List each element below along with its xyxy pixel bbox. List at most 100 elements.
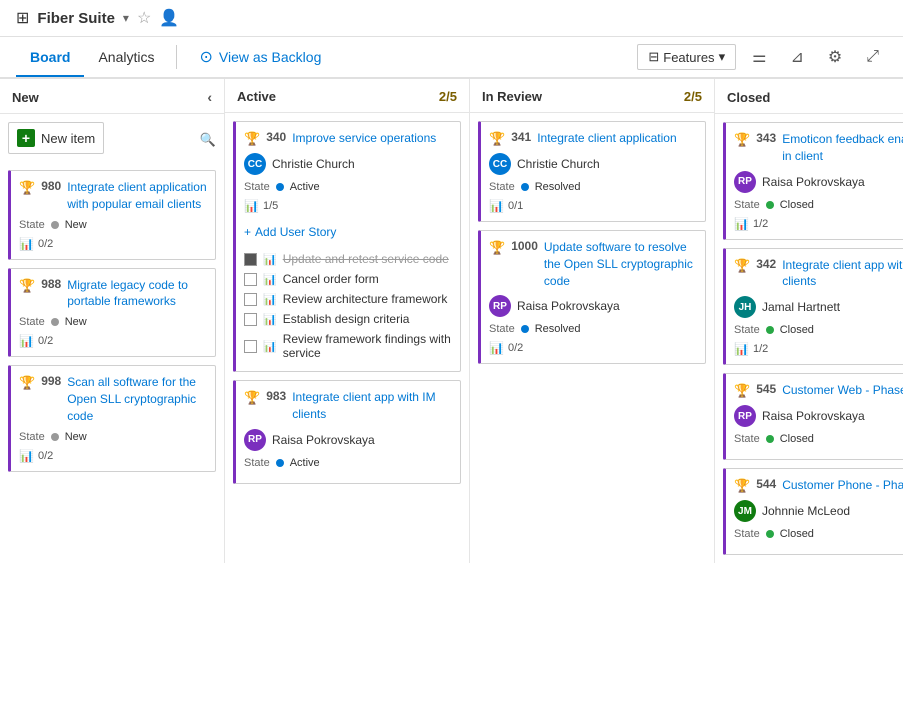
card-1000-state: State Resolved <box>489 323 697 335</box>
settings-panel-btn[interactable]: ⚌ <box>744 43 774 71</box>
nav-bar: Board Analytics ⊙ View as Backlog ⊟ Feat… <box>0 37 903 79</box>
people-icon[interactable]: 👤 <box>159 8 179 28</box>
backlog-icon: ⊙ <box>199 47 212 67</box>
checklist-item-4: 📊 Establish design criteria <box>244 309 452 329</box>
card-341-progress: 📊 0/1 <box>489 199 697 213</box>
card-1000[interactable]: 🏆 1000 Update software to resolve the Op… <box>478 230 706 364</box>
avatar-jm: JM <box>734 500 756 522</box>
progress-icon: 📊 <box>19 237 34 251</box>
view-as-backlog-btn[interactable]: ⊙ View as Backlog <box>185 37 335 77</box>
state-dot-resolved <box>521 183 529 191</box>
card-545-assignee: RP Raisa Pokrovskaya <box>734 405 903 427</box>
trophy-icon: 🏆 <box>734 132 750 148</box>
card-343-progress: 📊 1/2 <box>734 217 903 231</box>
trophy-icon: 🏆 <box>734 258 750 274</box>
trophy-icon: 🏆 <box>734 383 750 399</box>
progress-icon: 📊 <box>734 342 749 356</box>
checkbox-3[interactable] <box>244 293 257 306</box>
checkbox-4[interactable] <box>244 313 257 326</box>
checklist-item-1: 📊 Update and retest service code <box>244 249 452 269</box>
search-icon[interactable]: 🔍 <box>200 132 216 148</box>
state-dot-new <box>51 221 59 229</box>
trophy-icon: 🏆 <box>489 131 505 147</box>
column-title-active: Active <box>237 89 435 104</box>
state-dot-closed <box>766 326 774 334</box>
checklist-item-5: 📊 Review framework findings with service <box>244 329 452 363</box>
card-343[interactable]: 🏆 343 Emoticon feedback enabled in clien… <box>723 122 903 240</box>
checklist-item-3: 📊 Review architecture framework <box>244 289 452 309</box>
nav-separator <box>176 45 177 69</box>
filter-btn[interactable]: ⊿ <box>782 43 811 71</box>
collapse-new-btn[interactable]: ‹ <box>207 89 212 105</box>
trophy-icon: 🏆 <box>734 478 750 494</box>
state-dot-closed <box>766 530 774 538</box>
tab-board[interactable]: Board <box>16 39 84 77</box>
progress-icon: 📊 <box>489 341 504 355</box>
top-bar: ⊞ Fiber Suite ▾ ☆ 👤 <box>0 0 903 37</box>
progress-icon: 📊 <box>489 199 504 213</box>
card-983-assignee: RP Raisa Pokrovskaya <box>244 429 452 451</box>
column-closed: Closed ‹ 🏆 343 Emoticon feedback enabled… <box>715 79 903 563</box>
column-title-review: In Review <box>482 89 680 104</box>
card-988-progress: 📊 0/2 <box>19 334 207 348</box>
checklist-item-2: 📊 Cancel order form <box>244 269 452 289</box>
card-342-progress: 📊 1/2 <box>734 342 903 356</box>
add-user-story-btn[interactable]: + Add User Story <box>244 221 452 243</box>
expand-btn[interactable]: ⤢ <box>858 44 887 70</box>
avatar-cc: CC <box>244 153 266 175</box>
trophy-icon: 🏆 <box>489 240 505 256</box>
grid-icon: ⊞ <box>16 8 29 28</box>
gear-btn[interactable]: ⚙ <box>820 43 850 71</box>
checkbox-2[interactable] <box>244 273 257 286</box>
card-342-assignee: JH Jamal Hartnett <box>734 296 903 318</box>
card-343-state: State Closed <box>734 199 903 211</box>
checkbox-1[interactable] <box>244 253 257 266</box>
column-header-new: New ‹ <box>0 79 224 114</box>
tab-analytics[interactable]: Analytics <box>84 39 168 77</box>
column-title-new: New <box>12 90 203 105</box>
bar-icon: 📊 <box>263 253 277 266</box>
card-983-state: State Active <box>244 457 452 469</box>
card-341-assignee: CC Christie Church <box>489 153 697 175</box>
card-545-state: State Closed <box>734 433 903 445</box>
card-343-assignee: RP Raisa Pokrovskaya <box>734 171 903 193</box>
bar-icon: 📊 <box>263 293 277 306</box>
card-988[interactable]: 🏆 988 Migrate legacy code to portable fr… <box>8 268 216 358</box>
card-340-progress: 📊 1/5 <box>244 199 452 213</box>
plus-icon: + <box>244 225 251 239</box>
features-icon: ⊟ <box>648 49 659 65</box>
card-544-assignee: JM Johnnie McLeod <box>734 500 903 522</box>
progress-icon: 📊 <box>734 217 749 231</box>
card-998-state: State New <box>19 431 207 443</box>
new-item-btn[interactable]: + New item <box>8 122 104 154</box>
avatar-rp: RP <box>734 405 756 427</box>
trophy-icon: 🏆 <box>19 375 35 391</box>
checkbox-5[interactable] <box>244 340 257 353</box>
card-341[interactable]: 🏆 341 Integrate client application CC Ch… <box>478 121 706 222</box>
card-342[interactable]: 🏆 342 Integrate client app with IM clien… <box>723 248 903 366</box>
features-caret: ▾ <box>719 49 726 65</box>
card-545[interactable]: 🏆 545 Customer Web - Phase 1 RP Raisa Po… <box>723 373 903 460</box>
caret-icon[interactable]: ▾ <box>123 11 129 25</box>
new-item-plus-icon: + <box>17 129 35 147</box>
features-btn[interactable]: ⊟ Features ▾ <box>637 44 736 70</box>
star-icon[interactable]: ☆ <box>137 8 151 28</box>
card-980[interactable]: 🏆 980 Integrate client application with … <box>8 170 216 260</box>
card-998[interactable]: 🏆 998 Scan all software for the Open SLL… <box>8 365 216 471</box>
card-998-progress: 📊 0/2 <box>19 449 207 463</box>
bar-icon: 📊 <box>263 313 277 326</box>
column-count-active: 2/5 <box>439 89 457 104</box>
column-body-active: 🏆 340 Improve service operations CC Chri… <box>225 113 469 563</box>
progress-icon: 📊 <box>244 199 259 213</box>
state-dot-active <box>276 459 284 467</box>
column-title-closed: Closed <box>727 90 903 105</box>
card-1000-assignee: RP Raisa Pokrovskaya <box>489 295 697 317</box>
card-544-state: State Closed <box>734 528 903 540</box>
card-980-state: State New <box>19 219 207 231</box>
card-988-state: State New <box>19 316 207 328</box>
column-count-review: 2/5 <box>684 89 702 104</box>
column-header-closed: Closed ‹ <box>715 79 903 114</box>
card-340[interactable]: 🏆 340 Improve service operations CC Chri… <box>233 121 461 372</box>
card-983[interactable]: 🏆 983 Integrate client app with IM clien… <box>233 380 461 484</box>
card-544[interactable]: 🏆 544 Customer Phone - Phase 1 JM Johnni… <box>723 468 903 555</box>
